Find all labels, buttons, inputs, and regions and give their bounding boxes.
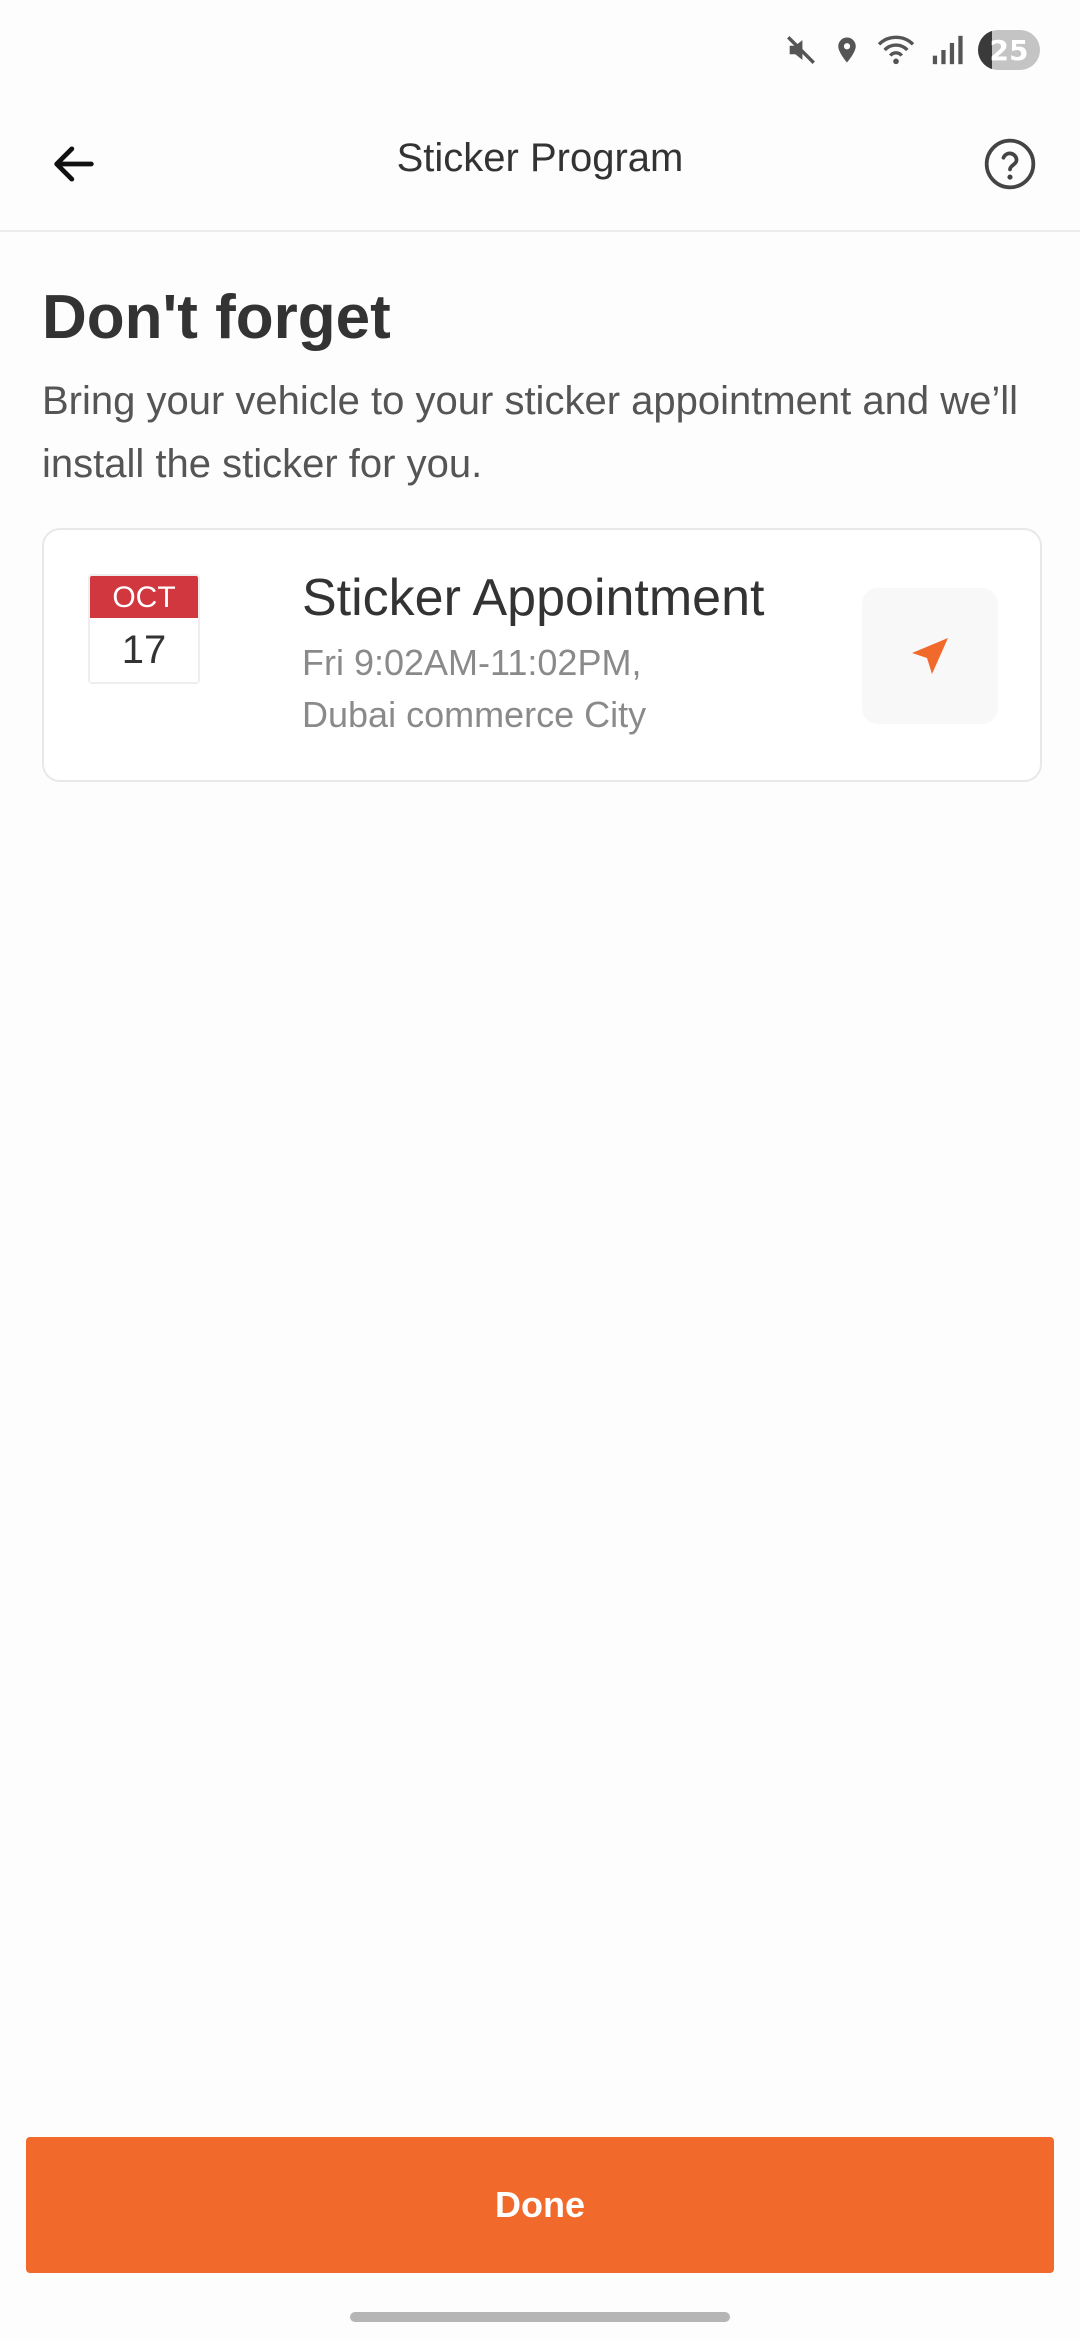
appointment-location: Dubai commerce City [302,694,647,735]
appointment-card[interactable]: OCT 17 Sticker Appointment Fri 9:02AM-11… [42,528,1042,782]
appointment-time: Fri 9:02AM-11:02PM, [302,642,642,683]
navigation-arrow-icon [912,638,948,674]
calendar-date-badge: OCT 17 [88,574,200,684]
navigate-button[interactable] [862,588,998,724]
battery-level: 25 [989,33,1029,67]
signal-icon [930,33,964,67]
date-month: OCT [90,576,198,618]
app-bar: Sticker Program [0,100,1080,232]
mute-icon [784,33,818,67]
appointment-title: Sticker Appointment [302,569,765,627]
help-button[interactable] [966,120,1054,208]
status-icons: 25 [784,28,1040,72]
wifi-icon [876,33,916,67]
main-heading: Don't forget [42,283,391,352]
date-day: 17 [121,628,167,672]
page-title: Sticker Program [396,136,684,180]
status-bar: 25 [0,0,1080,100]
home-indicator[interactable] [350,2312,730,2322]
done-button[interactable]: Done [26,2137,1054,2273]
main-description: Bring your vehicle to your sticker appoi… [42,379,1019,486]
battery-indicator: 25 [978,30,1040,70]
help-circle-icon [984,138,1036,190]
location-icon [832,33,862,67]
